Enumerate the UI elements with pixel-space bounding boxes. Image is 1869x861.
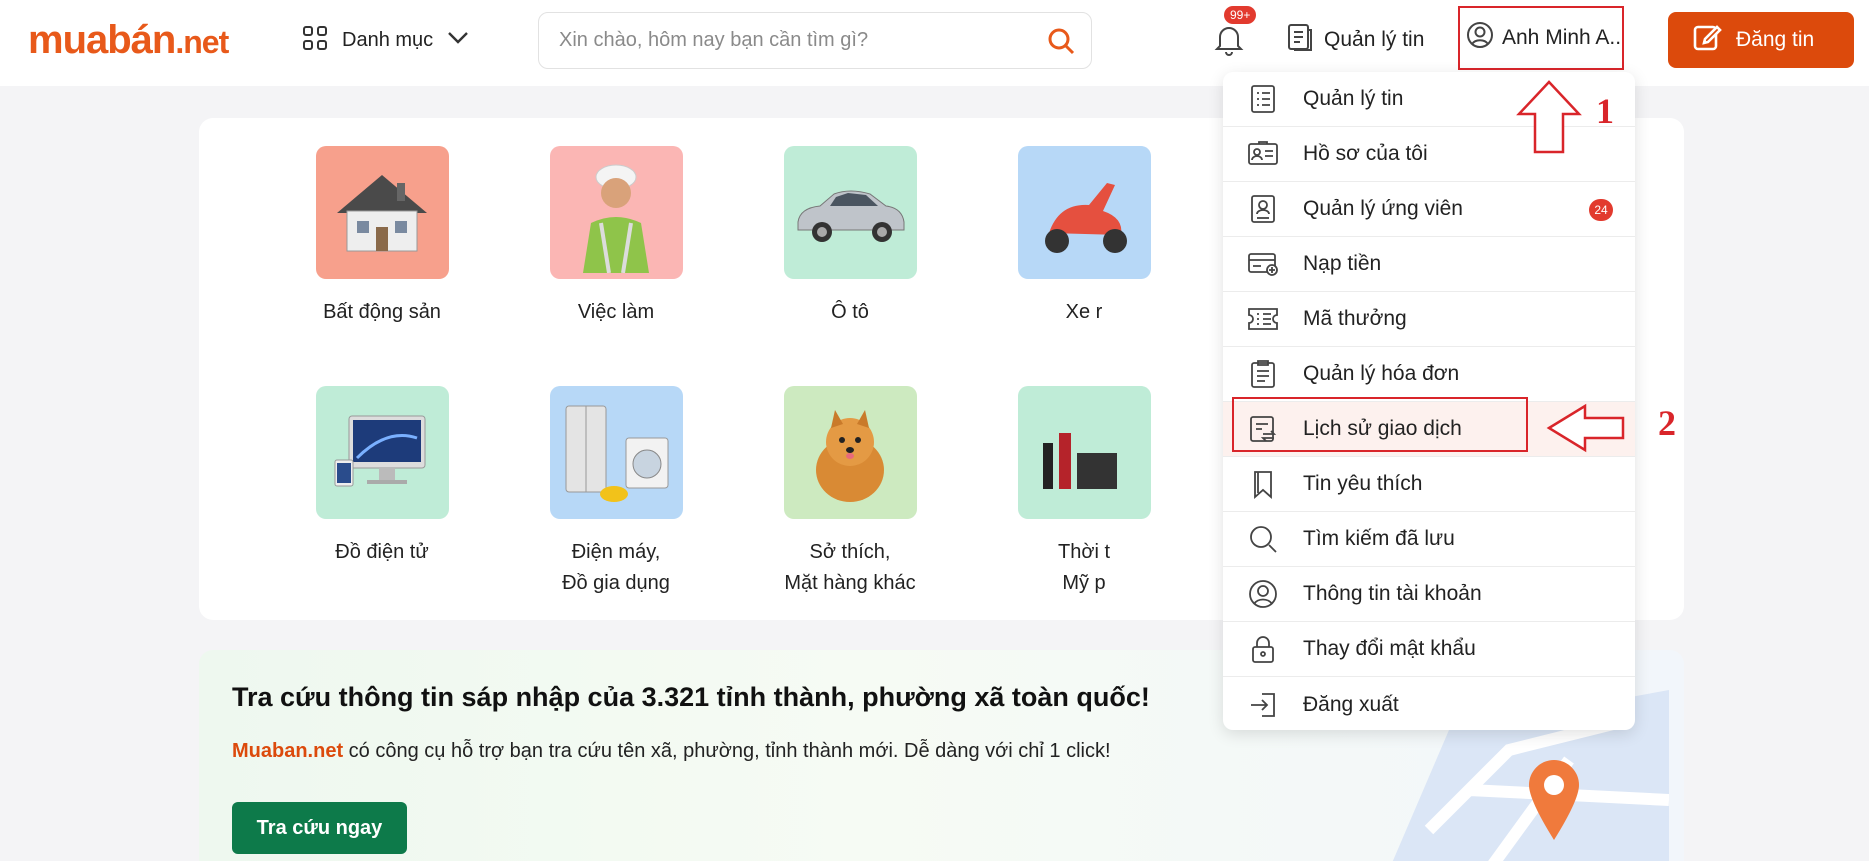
banner-title: Tra cứu thông tin sáp nhập của 3.321 tỉn… xyxy=(232,682,1150,712)
user-name: Anh Minh A.. xyxy=(1502,26,1622,49)
category-appliances[interactable]: Điện máy, Đồ gia dụng xyxy=(496,386,736,599)
manage-posts-label: Quản lý tin xyxy=(1324,28,1425,51)
transaction-history-icon xyxy=(1223,414,1303,444)
invoice-icon xyxy=(1223,359,1303,389)
wallet-icon xyxy=(1223,250,1303,278)
category-label: Bất động sản xyxy=(323,301,441,323)
notification-button[interactable]: 99+ xyxy=(1212,6,1257,60)
category-jobs[interactable]: Việc làm xyxy=(496,146,736,328)
bell-icon xyxy=(1212,27,1246,60)
banner-description: Muaban.net có công cụ hỗ trợ bạn tra cứu… xyxy=(232,740,1111,763)
menu-item-invoices[interactable]: Quản lý hóa đơn xyxy=(1223,347,1635,402)
chevron-down-icon xyxy=(447,31,469,50)
manage-posts-link[interactable]: Quản lý tin xyxy=(1286,22,1424,58)
user-circle-icon xyxy=(1466,21,1494,55)
category-label: Ô tô xyxy=(831,301,869,323)
menu-item-vouchers[interactable]: Mã thưởng xyxy=(1223,292,1635,347)
search-icon xyxy=(1223,524,1303,554)
category-label: Danh mục xyxy=(342,28,434,51)
lookup-now-button[interactable]: Tra cứu ngay xyxy=(232,802,407,854)
computer-image xyxy=(315,386,449,519)
category-label: Thời t xyxy=(1057,541,1110,563)
menu-item-label: Quản lý tin xyxy=(1303,87,1404,110)
menu-item-logout[interactable]: Đăng xuất xyxy=(1223,677,1635,732)
user-circle-icon xyxy=(1223,579,1303,609)
bookmark-icon xyxy=(1223,469,1303,499)
house-image xyxy=(315,146,449,279)
annotation-step-1: 1 xyxy=(1596,91,1614,131)
menu-item-label: Thông tin tài khoản xyxy=(1303,582,1482,605)
id-card-icon xyxy=(1223,140,1303,168)
category-label: Đồ điện tử xyxy=(335,541,429,563)
category-label-line2: Đồ gia dụng xyxy=(562,572,670,594)
menu-item-label: Thay đổi mật khẩu xyxy=(1303,637,1476,660)
category-electronics[interactable]: Đồ điện tử xyxy=(262,386,502,568)
category-label: Điện máy, xyxy=(571,541,661,563)
menu-item-favorites[interactable]: Tin yêu thích xyxy=(1223,457,1635,512)
car-image xyxy=(783,146,917,279)
annotation-step-2: 2 xyxy=(1658,403,1676,443)
voucher-icon xyxy=(1223,305,1303,333)
brand-link[interactable]: Muaban.net xyxy=(232,740,343,762)
worker-image xyxy=(549,146,683,279)
category-label: Việc làm xyxy=(577,301,655,323)
category-label-line2: Mặt hàng khác xyxy=(784,572,916,594)
menu-item-label: Tin yêu thích xyxy=(1303,472,1423,495)
category-label: Sở thích, xyxy=(809,541,891,563)
search-box xyxy=(538,12,1092,69)
grid-icon xyxy=(302,25,328,56)
edit-icon xyxy=(1692,22,1722,58)
logo-suffix: .net xyxy=(175,24,229,60)
lock-icon xyxy=(1223,634,1303,664)
menu-item-change-password[interactable]: Thay đổi mật khẩu xyxy=(1223,622,1635,677)
menu-item-label: Tìm kiếm đã lưu xyxy=(1303,527,1455,550)
menu-item-top-up[interactable]: Nạp tiền xyxy=(1223,237,1635,292)
search-icon[interactable] xyxy=(1031,27,1091,55)
candidate-icon xyxy=(1223,194,1303,224)
list-icon xyxy=(1223,84,1303,114)
menu-item-label: Mã thưởng xyxy=(1303,307,1407,330)
category-cars[interactable]: Ô tô xyxy=(730,146,970,328)
user-account-button[interactable]: Anh Minh A.. xyxy=(1458,6,1624,70)
appliances-image xyxy=(549,386,683,519)
user-dropdown-menu: Quản lý tin Hồ sơ của tôi Quản lý ứng vi… xyxy=(1223,72,1635,730)
notification-badge: 99+ xyxy=(1224,6,1257,24)
menu-item-label: Hồ sơ của tôi xyxy=(1303,142,1428,165)
post-listing-label: Đăng tin xyxy=(1736,28,1815,51)
search-input[interactable] xyxy=(539,13,1031,68)
menu-item-label: Quản lý hóa đơn xyxy=(1303,362,1460,385)
menu-item-manage-candidates[interactable]: Quản lý ứng viên 24 xyxy=(1223,182,1635,237)
document-icon xyxy=(1286,22,1314,58)
candidate-count-badge: 24 xyxy=(1589,199,1613,221)
dog-image xyxy=(783,386,917,519)
category-label: Xe r xyxy=(1065,301,1103,323)
category-real-estate[interactable]: Bất động sản xyxy=(262,146,502,328)
post-listing-button[interactable]: Đăng tin xyxy=(1668,12,1854,68)
menu-item-label: Lịch sử giao dịch xyxy=(1303,417,1462,440)
category-menu-button[interactable]: Danh mục xyxy=(302,20,469,60)
banner-description-text: có công cụ hỗ trợ bạn tra cứu tên xã, ph… xyxy=(343,740,1111,762)
logout-icon xyxy=(1223,690,1303,720)
category-label-line2: Mỹ p xyxy=(1062,572,1106,594)
scooter-image xyxy=(1017,146,1151,279)
cosmetics-image xyxy=(1017,386,1151,519)
menu-item-account-info[interactable]: Thông tin tài khoản xyxy=(1223,567,1635,622)
logo-main: muabán xyxy=(28,18,176,62)
category-hobbies[interactable]: Sở thích, Mặt hàng khác xyxy=(730,386,970,599)
menu-item-label: Đăng xuất xyxy=(1303,692,1399,716)
menu-item-label: Nạp tiền xyxy=(1303,252,1382,275)
category-motorbike[interactable]: Xe r xyxy=(964,146,1204,328)
category-fashion[interactable]: Thời t Mỹ p xyxy=(964,386,1204,599)
menu-item-label: Quản lý ứng viên xyxy=(1303,197,1463,220)
logo[interactable]: muabán .net xyxy=(28,18,229,63)
menu-item-saved-searches[interactable]: Tìm kiếm đã lưu xyxy=(1223,512,1635,567)
arrow-left-annotation xyxy=(1546,403,1625,453)
